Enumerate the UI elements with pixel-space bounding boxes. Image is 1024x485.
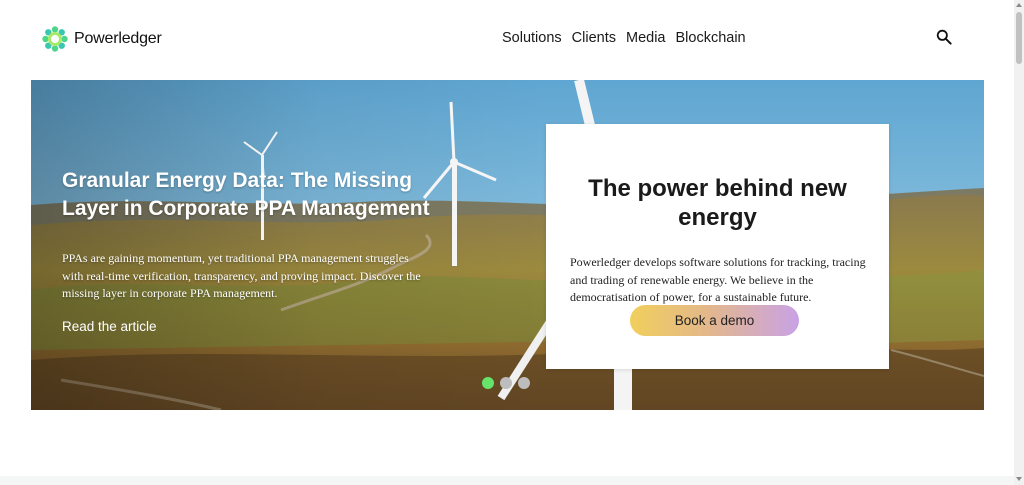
main-nav: Solutions Clients Media Blockchain <box>502 30 746 46</box>
card-title: The power behind new energy <box>588 175 847 232</box>
scrollbar-thumb[interactable] <box>1016 12 1022 64</box>
nav-item-media[interactable]: Media <box>626 30 666 46</box>
book-demo-button[interactable]: Book a demo <box>630 305 799 336</box>
nav-item-blockchain[interactable]: Blockchain <box>675 30 745 46</box>
carousel-dot-2[interactable] <box>500 377 512 389</box>
next-section-edge <box>0 476 1014 485</box>
nav-item-clients[interactable]: Clients <box>572 30 616 46</box>
hero-description: PPAs are gaining momentum, yet tradition… <box>62 251 421 300</box>
carousel-dot-1[interactable] <box>482 377 494 389</box>
site-header: Powerledger Solutions Clients Media Bloc… <box>0 0 1014 80</box>
card-description: Powerledger develops software solutions … <box>570 255 866 304</box>
search-icon[interactable] <box>936 29 952 45</box>
scroll-up-arrow-icon[interactable] <box>1016 3 1022 7</box>
scrollbar[interactable] <box>1014 0 1024 485</box>
hero-title: Granular Energy Data: The Missing Layer … <box>62 169 430 221</box>
carousel-dot-3[interactable] <box>518 377 530 389</box>
scroll-down-arrow-icon[interactable] <box>1016 477 1022 481</box>
powerledger-logo-icon <box>42 26 68 52</box>
logo[interactable]: Powerledger <box>42 26 162 52</box>
nav-item-solutions[interactable]: Solutions <box>502 30 562 46</box>
intro-card: The power behind new energy Powerledger … <box>546 124 889 369</box>
read-article-link[interactable]: Read the article <box>62 319 157 334</box>
logo-text: Powerledger <box>74 30 162 47</box>
carousel-dots <box>482 377 530 389</box>
